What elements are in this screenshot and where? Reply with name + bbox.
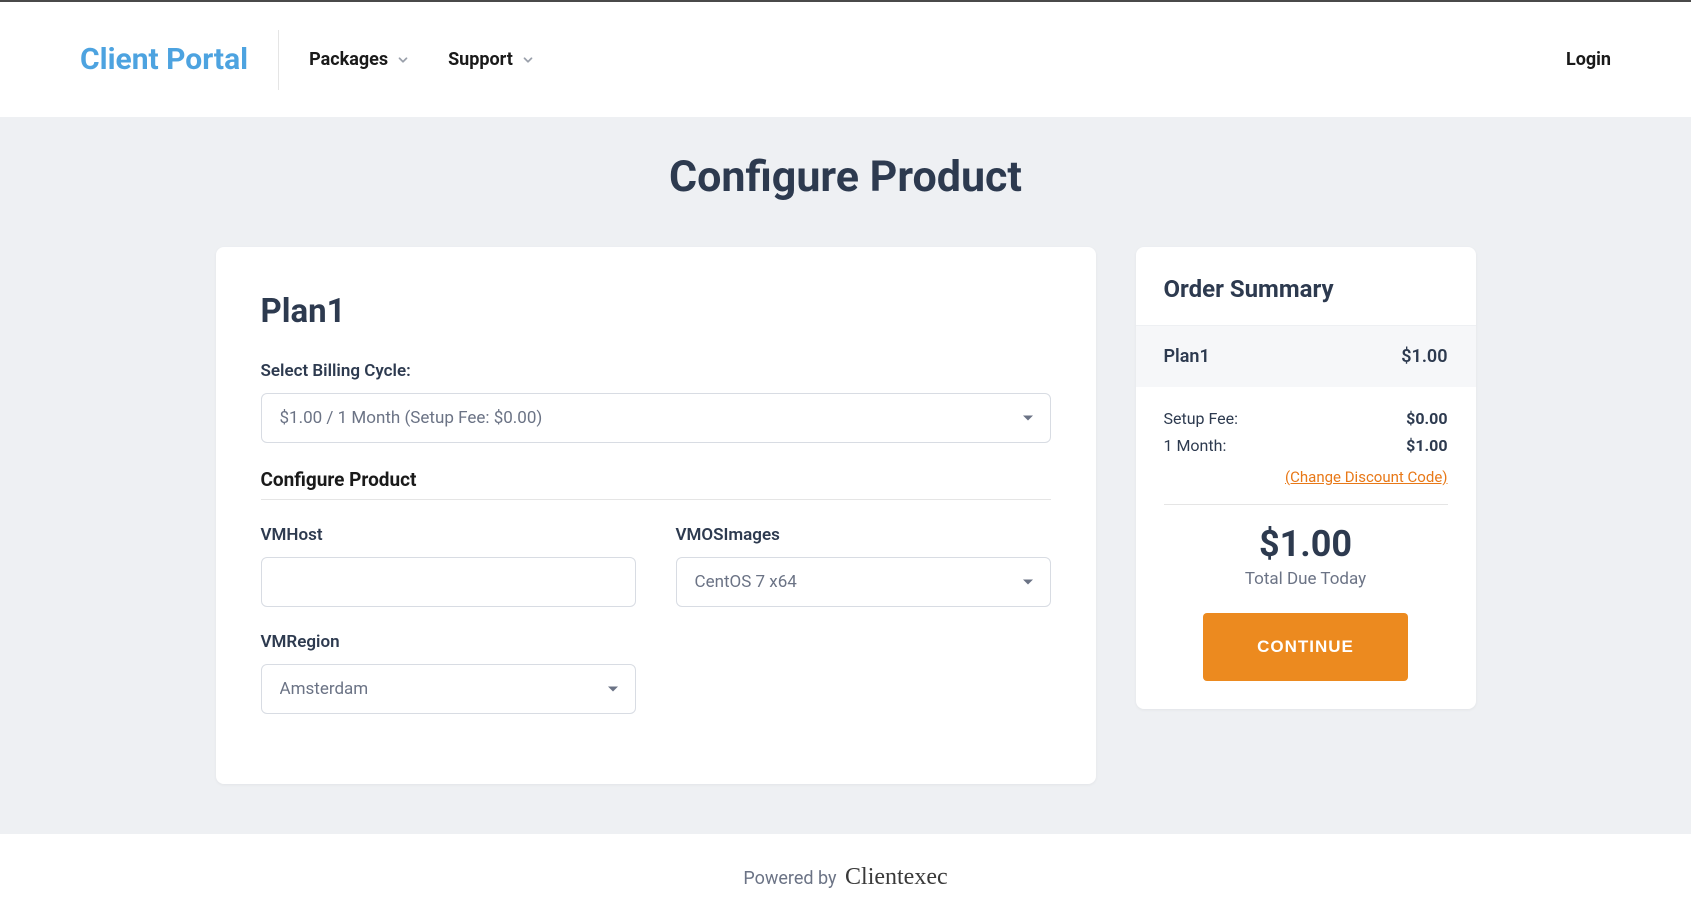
summary-plan-price: $1.00: [1401, 346, 1447, 367]
vmhost-input[interactable]: [261, 557, 636, 607]
setup-fee-label: Setup Fee:: [1164, 409, 1239, 428]
summary-details: Setup Fee: $0.00 1 Month: $1.00 (Change …: [1136, 387, 1476, 709]
nav-support[interactable]: Support: [448, 49, 535, 70]
total-amount: $1.00: [1164, 523, 1448, 565]
divider: [1164, 504, 1448, 505]
vmosimages-label: VMOSImages: [676, 525, 1051, 545]
vmosimages-field: VMOSImages CentOS 7 x64: [676, 525, 1051, 632]
header-left: Client Portal Packages Support: [80, 30, 535, 90]
nav-packages[interactable]: Packages: [309, 49, 410, 70]
configure-card: Plan1 Select Billing Cycle: $1.00 / 1 Mo…: [216, 247, 1096, 784]
logo[interactable]: Client Portal: [80, 30, 279, 90]
setup-fee-value: $0.00: [1406, 409, 1447, 428]
chevron-down-icon: [521, 53, 535, 67]
billing-cycle-select[interactable]: $1.00 / 1 Month (Setup Fee: $0.00): [261, 393, 1051, 443]
continue-button[interactable]: CONTINUE: [1203, 613, 1408, 681]
header: Client Portal Packages Support Login: [0, 2, 1691, 117]
main-nav: Packages Support: [309, 49, 535, 70]
change-discount-wrap: (Change Discount Code): [1164, 467, 1448, 486]
total-label: Total Due Today: [1164, 569, 1448, 589]
change-discount-link[interactable]: (Change Discount Code): [1285, 468, 1447, 486]
main-content: Configure Product Plan1 Select Billing C…: [0, 117, 1691, 834]
summary-plan-name: Plan1: [1164, 346, 1210, 367]
period-label: 1 Month:: [1164, 436, 1227, 455]
vmregion-select-wrap: Amsterdam: [261, 664, 636, 714]
field-row-1: VMHost VMOSImages CentOS 7 x64: [261, 525, 1051, 632]
vmhost-field: VMHost: [261, 525, 636, 632]
order-summary-card: Order Summary Plan1 $1.00 Setup Fee: $0.…: [1136, 247, 1476, 709]
vmregion-select[interactable]: Amsterdam: [261, 664, 636, 714]
powered-by-text: Powered by: [743, 868, 836, 889]
vmregion-field: VMRegion Amsterdam: [261, 632, 636, 739]
vmosimages-select[interactable]: CentOS 7 x64: [676, 557, 1051, 607]
vmosimages-select-wrap: CentOS 7 x64: [676, 557, 1051, 607]
page-title: Configure Product: [0, 117, 1691, 247]
summary-title: Order Summary: [1164, 275, 1448, 303]
vmregion-label: VMRegion: [261, 632, 636, 652]
field-row-2: VMRegion Amsterdam: [261, 632, 1051, 739]
login-link[interactable]: Login: [1566, 49, 1611, 70]
nav-packages-label: Packages: [309, 49, 388, 70]
summary-period: 1 Month: $1.00: [1164, 436, 1448, 455]
billing-cycle-select-wrap: $1.00 / 1 Month (Setup Fee: $0.00): [261, 393, 1051, 443]
footer-brand[interactable]: Clientexec: [845, 864, 948, 890]
summary-plan-row: Plan1 $1.00: [1136, 326, 1476, 387]
footer: Powered by Clientexec: [0, 834, 1691, 921]
nav-support-label: Support: [448, 49, 513, 70]
configure-section-title: Configure Product: [261, 468, 1051, 500]
empty-col: [676, 632, 1051, 739]
content-container: Plan1 Select Billing Cycle: $1.00 / 1 Mo…: [156, 247, 1536, 784]
chevron-down-icon: [396, 53, 410, 67]
vmhost-input-wrap: [261, 557, 636, 607]
summary-setup-fee: Setup Fee: $0.00: [1164, 409, 1448, 428]
vmhost-label: VMHost: [261, 525, 636, 545]
billing-cycle-label: Select Billing Cycle:: [261, 361, 1051, 381]
summary-header: Order Summary: [1136, 247, 1476, 326]
period-value: $1.00: [1406, 436, 1447, 455]
plan-name: Plan1: [261, 292, 1051, 331]
